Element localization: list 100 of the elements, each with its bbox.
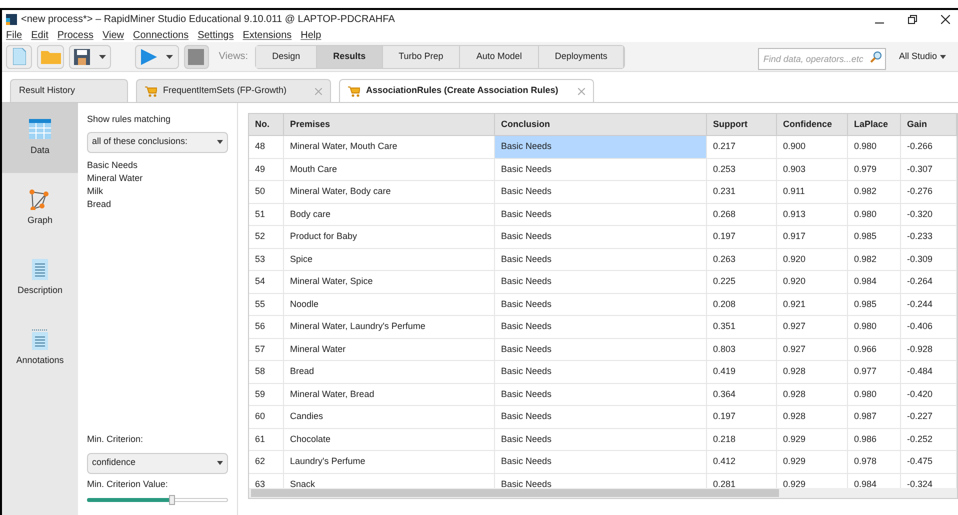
table-cell: 0.980	[848, 316, 901, 338]
save-button[interactable]	[68, 44, 112, 68]
view-tab[interactable]: Deployments	[538, 46, 624, 68]
table-cell: 51	[249, 204, 284, 225]
notes-icon	[29, 328, 51, 350]
conclusion-item[interactable]: Basic Needs	[87, 158, 228, 172]
criterion-dropdown[interactable]: confidence	[87, 452, 228, 474]
play-icon	[140, 48, 157, 64]
caret-icon	[166, 54, 174, 58]
table-cell: 0.978	[848, 451, 901, 472]
stop-button[interactable]	[184, 44, 209, 68]
caret-icon	[98, 54, 106, 58]
table-cell: 0.253	[707, 158, 777, 180]
result-tab[interactable]: Result History	[10, 79, 128, 102]
document-icon	[29, 258, 51, 280]
conclusion-item[interactable]: Milk	[87, 184, 228, 198]
close-button[interactable]	[941, 14, 950, 24]
scope-dropdown[interactable]: All Studio	[890, 50, 954, 64]
table-cell: -0.406	[901, 316, 957, 338]
result-tab[interactable]: AssociationRules (Create Association Rules)	[339, 79, 594, 102]
sidebar-item[interactable]: Annotations	[2, 313, 78, 383]
table-cell: 57	[249, 338, 284, 360]
table-cell: 0.927	[777, 338, 848, 360]
caret-icon	[940, 54, 946, 58]
cart-icon	[145, 86, 157, 96]
table-cell: 0.985	[848, 226, 901, 248]
table-cell: 0.966	[848, 338, 901, 360]
view-tab[interactable]: Turbo Prep	[382, 46, 460, 68]
table-cell: 0.803	[707, 338, 777, 360]
table-cell: 53	[249, 248, 284, 270]
table-cell: 0.419	[707, 361, 777, 382]
table-cell: Basic Needs	[495, 158, 707, 180]
table-cell: 48	[249, 136, 284, 158]
menu-item[interactable]: Connections	[132, 28, 189, 42]
sidebar-item[interactable]: Graph	[2, 173, 78, 243]
criterion-label: Min. Criterion:	[87, 433, 144, 446]
table-cell: 0.987	[848, 406, 901, 428]
table-cell: 0.984	[848, 271, 901, 292]
table-cell: Basic Needs	[495, 248, 707, 270]
table-cell: Mineral Water	[284, 338, 495, 360]
graph-icon	[29, 188, 51, 210]
table-cell: 60	[249, 406, 284, 428]
table-cell: 0.927	[777, 316, 848, 338]
column-header[interactable]: Premises	[284, 114, 495, 135]
table-cell: Mineral Water, Bread	[284, 384, 495, 405]
slider-thumb[interactable]	[168, 495, 175, 505]
menu-item[interactable]: Help	[300, 28, 322, 42]
table-cell: Candies	[284, 406, 495, 428]
table-cell: 0.197	[707, 406, 777, 428]
table-cell: 0.977	[848, 361, 901, 382]
menu-item[interactable]: Settings	[198, 28, 234, 42]
menu-item[interactable]: Extensions	[242, 28, 292, 42]
restore-button[interactable]	[908, 14, 917, 24]
column-header[interactable]: Conclusion	[495, 114, 707, 135]
table-cell: 0.985	[848, 294, 901, 315]
table-cell: Mouth Care	[284, 158, 495, 180]
table-cell: -0.264	[901, 271, 957, 292]
table-cell: -0.244	[901, 294, 957, 315]
table-cell: Chocolate	[284, 428, 495, 450]
close-icon[interactable]	[578, 88, 585, 94]
menu-item[interactable]: File	[6, 28, 22, 42]
table-cell: Basic Needs	[495, 204, 707, 225]
table-cell: 0.903	[777, 158, 848, 180]
menu-item[interactable]: View	[102, 28, 124, 42]
close-icon[interactable]	[315, 88, 322, 94]
conclusion-item[interactable]: Mineral Water	[87, 172, 228, 184]
filter-title: Show rules matching	[87, 113, 172, 126]
horizontal-scrollbar[interactable]	[249, 488, 957, 498]
column-header[interactable]: Confidence	[777, 114, 848, 135]
table-cell: 0.364	[707, 384, 777, 405]
table-cell: 0.921	[777, 294, 848, 315]
match-mode-dropdown[interactable]: all of these conclusions:	[87, 132, 228, 152]
view-tab[interactable]: Results	[317, 46, 383, 68]
view-tab[interactable]: Design	[256, 46, 318, 68]
column-header[interactable]: No.	[249, 114, 284, 135]
table-cell: 0.917	[777, 226, 848, 248]
table-cell: 0.225	[707, 271, 777, 292]
menu-item[interactable]: Edit	[31, 28, 48, 42]
result-tab[interactable]: FrequentItemSets (FP-Growth)	[136, 79, 331, 102]
run-button[interactable]	[135, 44, 180, 68]
view-tab[interactable]: Auto Model	[460, 46, 539, 68]
table-cell: Basic Needs	[495, 271, 707, 292]
table-cell: Basic Needs	[495, 428, 707, 450]
sidebar-item[interactable]: Description	[2, 243, 78, 313]
column-header[interactable]: Gain	[901, 114, 957, 135]
table-cell: 0.929	[777, 451, 848, 472]
column-header[interactable]: Support	[707, 114, 777, 135]
table-cell: Basic Needs	[495, 406, 707, 428]
table-cell: -0.276	[901, 181, 957, 202]
new-file-button[interactable]	[6, 44, 32, 68]
table-cell: Laundry's Perfume	[284, 451, 495, 472]
menu-item[interactable]: Process	[57, 28, 94, 42]
search-field[interactable]: Find data, operators...etc	[758, 48, 886, 70]
sidebar-item[interactable]: Data	[2, 103, 78, 173]
conclusion-item[interactable]: Bread	[87, 198, 228, 210]
open-folder-button[interactable]	[37, 44, 64, 68]
column-header[interactable]: LaPlace	[848, 114, 901, 135]
table-cell: 0.231	[707, 181, 777, 202]
table-cell: 62	[249, 451, 284, 472]
table-cell: 0.900	[777, 136, 848, 158]
